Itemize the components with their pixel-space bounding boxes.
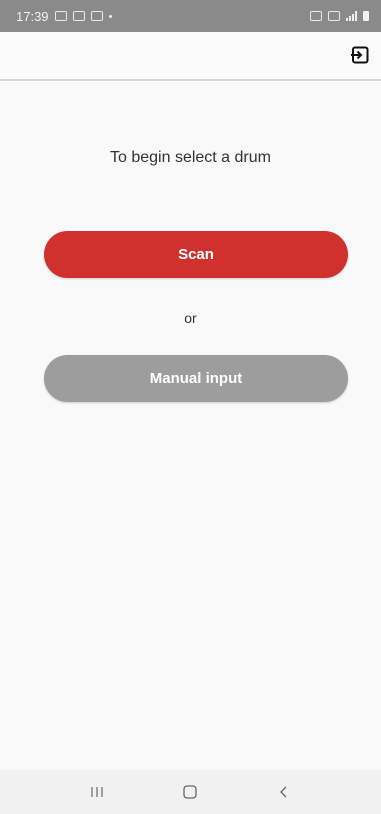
scan-button[interactable]: Scan [44,231,348,278]
back-icon [280,786,287,798]
back-button[interactable] [267,777,301,807]
recent-apps-button[interactable] [80,777,114,807]
home-icon [183,785,198,799]
status-left: 17:39 [16,9,112,24]
message-notification-icon-2 [90,11,103,21]
status-time: 17:39 [16,8,49,24]
manual-input-button-label: Manual input [149,370,243,387]
recent-apps-icon [91,787,103,797]
manual-input-button[interactable]: Manual input [44,355,348,402]
logout-icon [351,46,369,64]
mute-icon [310,11,322,21]
navigation-bar [0,770,381,814]
scan-button-label: Scan [178,246,214,263]
select-drum-prompt: To begin select a drum [110,149,271,166]
logout-button[interactable] [348,43,372,67]
or-separator: or [184,310,197,326]
home-button[interactable] [173,777,207,807]
data-4g-icon [328,11,340,21]
status-bar: 17:39 [0,0,381,32]
more-notifications-icon [108,14,112,18]
message-notification-icon [72,11,85,21]
app-bar [0,32,381,81]
battery-icon [363,11,369,21]
gallery-notification-icon [54,11,67,21]
signal-icon [346,11,357,21]
status-right [310,11,369,21]
